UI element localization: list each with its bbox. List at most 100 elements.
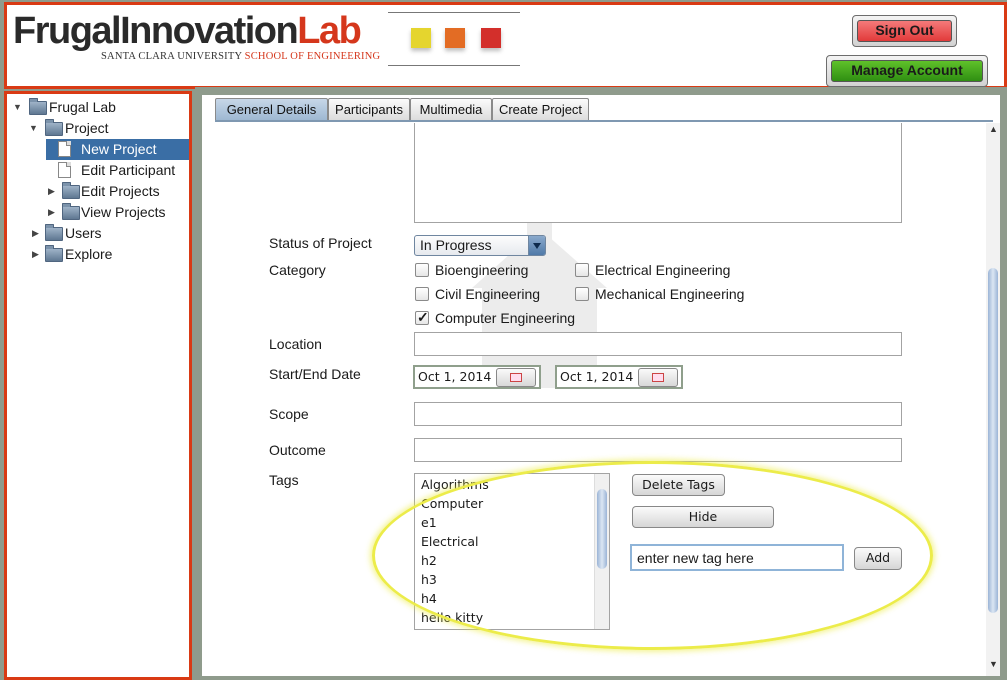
logo-title: FrugalInnovationLab	[13, 10, 362, 52]
description-textarea[interactable]	[414, 123, 902, 223]
logo-color-squares	[388, 12, 520, 66]
header-banner: FrugalInnovationLab SANTA CLARA UNIVERSI…	[4, 2, 1007, 89]
scope-label: Scope	[269, 406, 309, 422]
end-date-picker[interactable]: Oct 1, 2014	[555, 365, 683, 389]
collapsed-arrow-icon[interactable]: ▶	[32, 223, 42, 244]
collapsed-arrow-icon[interactable]: ▶	[32, 244, 42, 265]
collapsed-arrow-icon[interactable]: ▶	[48, 202, 58, 223]
calendar-button[interactable]	[496, 368, 536, 387]
tree-item-edit-projects[interactable]: ▶ Edit Projects	[11, 181, 181, 202]
tree-item-label: Edit Projects	[81, 183, 160, 199]
checkbox-label: Computer Engineering	[435, 310, 576, 326]
end-date-value: Oct 1, 2014	[560, 369, 634, 384]
tab-create-project[interactable]: Create Project	[492, 98, 589, 120]
folder-icon	[45, 245, 63, 262]
status-select-value: In Progress	[420, 237, 492, 253]
folder-icon	[62, 182, 80, 199]
logo-part-lab: Lab	[297, 10, 362, 52]
tab-general-details[interactable]: General Details	[215, 98, 328, 120]
collapsed-arrow-icon[interactable]: ▶	[48, 181, 58, 202]
yellow-square-icon	[411, 28, 431, 48]
category-label: Category	[269, 262, 326, 278]
list-item[interactable]: h4	[421, 591, 437, 606]
list-item[interactable]: hello kitty	[421, 610, 483, 625]
folder-icon	[45, 224, 63, 241]
hide-button[interactable]: Hide	[632, 506, 774, 528]
scroll-up-arrow-icon[interactable]: ▲	[989, 124, 998, 134]
logo-school: SCHOOL OF ENGINEERING	[244, 51, 381, 62]
tree-item-label: Edit Participant	[81, 162, 176, 178]
folder-icon	[62, 203, 80, 220]
tree-item-explore[interactable]: ▶ Explore	[11, 244, 181, 265]
location-label: Location	[269, 336, 322, 352]
new-tag-input[interactable]	[635, 547, 839, 569]
checkbox-box[interactable]	[575, 287, 589, 301]
tree-item-label: New Project	[81, 141, 157, 157]
list-item[interactable]: h3	[421, 572, 437, 587]
calendar-button[interactable]	[638, 368, 678, 387]
tree-item-label: View Projects	[81, 204, 166, 220]
content-panel: General Details Participants Multimedia …	[202, 95, 1000, 676]
tags-label: Tags	[269, 472, 299, 488]
checkbox-box[interactable]	[415, 263, 429, 277]
scroll-thumb[interactable]	[597, 489, 607, 569]
tab-multimedia[interactable]: Multimedia	[410, 98, 492, 120]
start-end-date-label: Start/End Date	[269, 366, 361, 382]
list-item[interactable]: e1	[421, 515, 437, 530]
scroll-down-arrow-icon[interactable]: ▼	[989, 659, 998, 669]
tags-scrollbar[interactable]	[594, 474, 609, 629]
list-item[interactable]: Electrical	[421, 534, 478, 549]
sign-out-label: Sign Out	[857, 20, 952, 42]
tab-underline	[215, 120, 993, 122]
tree-item-label: Project	[65, 120, 109, 136]
scroll-thumb[interactable]	[988, 268, 998, 613]
main-area: General Details Participants Multimedia …	[195, 87, 1007, 676]
tab-participants[interactable]: Participants	[328, 98, 410, 120]
tree-item-project[interactable]: ▼ Project	[11, 118, 181, 139]
checkbox-label: Civil Engineering	[435, 286, 541, 302]
orange-square-icon	[445, 28, 465, 48]
list-item[interactable]: Algorithms	[421, 477, 489, 492]
list-item[interactable]: h2	[421, 553, 437, 568]
outcome-label: Outcome	[269, 442, 326, 458]
tree-item-users[interactable]: ▶ Users	[11, 223, 181, 244]
expanded-arrow-icon[interactable]: ▼	[13, 97, 23, 118]
sign-out-button[interactable]: Sign Out	[852, 15, 957, 47]
status-select[interactable]: In Progress	[414, 235, 546, 256]
tree-item-edit-participant[interactable]: Edit Participant	[46, 160, 189, 181]
main-scrollbar[interactable]: ▲ ▼	[986, 123, 1000, 676]
tree-item-view-projects[interactable]: ▶ View Projects	[11, 202, 181, 223]
folder-icon	[45, 119, 63, 136]
folder-icon	[29, 98, 47, 115]
status-label: Status of Project	[269, 235, 372, 251]
tags-list[interactable]: Algorithms Computer e1 Electrical h2 h3 …	[414, 473, 610, 630]
tree-item-label: Explore	[65, 246, 113, 262]
logo-university: SANTA CLARA UNIVERSITY	[101, 51, 242, 62]
dropdown-arrow-icon[interactable]	[528, 236, 545, 255]
manage-account-button[interactable]: Manage Account	[826, 55, 988, 87]
checkbox-box-checked[interactable]	[415, 308, 429, 326]
checkbox-label: Electrical Engineering	[595, 262, 731, 278]
list-item[interactable]: Computer	[421, 496, 483, 511]
scope-input[interactable]	[414, 402, 902, 426]
outcome-input[interactable]	[414, 438, 902, 462]
tree-item-new-project[interactable]: New Project	[46, 139, 189, 160]
expanded-arrow-icon[interactable]: ▼	[29, 118, 39, 139]
delete-tags-button[interactable]: Delete Tags	[632, 474, 725, 496]
logo-subtitle: SANTA CLARA UNIVERSITY SCHOOL OF ENGINEE…	[101, 51, 380, 62]
calendar-icon	[510, 373, 522, 382]
tree-item-label: Users	[65, 225, 102, 241]
add-tag-button[interactable]: Add	[854, 547, 902, 570]
new-tag-field[interactable]	[630, 544, 844, 571]
document-icon	[58, 141, 71, 157]
checkbox-box[interactable]	[575, 263, 589, 277]
logo-part-innovation: Innovation	[120, 10, 299, 52]
start-date-picker[interactable]: Oct 1, 2014	[413, 365, 541, 389]
checkbox-label: Bioengineering	[435, 262, 529, 278]
location-input[interactable]	[414, 332, 902, 356]
tree-item-frugal-lab[interactable]: ▼ Frugal Lab	[11, 97, 181, 118]
checkbox-label: Mechanical Engineering	[595, 286, 745, 302]
start-date-value: Oct 1, 2014	[418, 369, 492, 384]
checkbox-box[interactable]	[415, 287, 429, 301]
manage-account-label: Manage Account	[831, 60, 983, 82]
